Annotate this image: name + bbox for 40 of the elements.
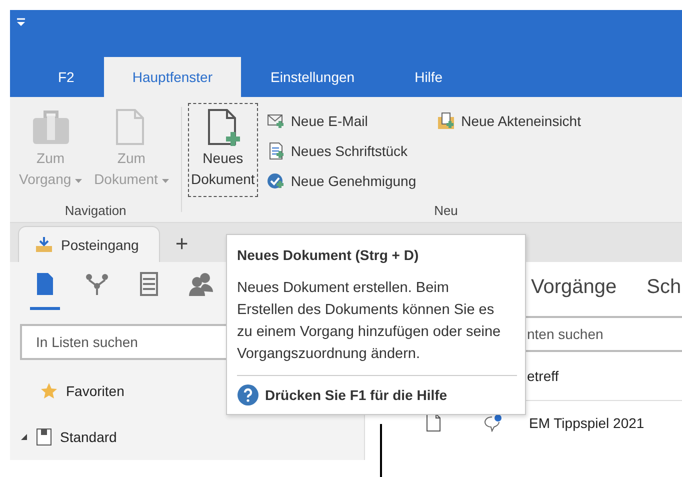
people-icon (188, 272, 214, 296)
tooltip-title: Neues Dokument (Strg + D) (237, 247, 420, 263)
view-tab[interactable]: Vorgänge (531, 276, 617, 312)
ribbon-button[interactable]: Neues Schriftstück (264, 139, 418, 164)
caret-icon (75, 179, 82, 184)
group-label: Neu (433, 202, 459, 218)
table-cell: EM Tippspiel 2021 (529, 415, 644, 432)
group-label: Navigation (64, 202, 128, 218)
star-icon (40, 382, 58, 400)
help-hint: Drücken Sie F1 für die Hilfe (265, 387, 448, 403)
folder-document-icon (436, 112, 456, 130)
view-button[interactable] (30, 272, 60, 310)
add-tab-button[interactable]: + (164, 226, 200, 262)
ribbon-tab[interactable]: Hilfe (384, 57, 473, 98)
ribbon-button[interactable]: Neue E-Mail (264, 109, 418, 134)
ribbon-tab[interactable]: F2 (28, 57, 104, 98)
expanded-icon[interactable] (20, 433, 28, 442)
help-icon (237, 384, 259, 406)
document-icon (36, 272, 54, 296)
tree-item[interactable]: Standard (10, 414, 364, 460)
people-network-icon (84, 272, 110, 296)
column-header[interactable]: etreff (527, 368, 559, 384)
list-icon (139, 272, 159, 296)
comment-icon (483, 414, 503, 432)
tree-label: Standard (60, 429, 117, 446)
quick-access-menu-icon[interactable] (16, 18, 26, 28)
view-tab[interactable]: Sch (646, 276, 682, 312)
inbox-icon (35, 236, 53, 253)
ribbon-button[interactable]: Neue Genehmigung (264, 169, 418, 194)
document-tab[interactable]: Posteingang (18, 226, 160, 262)
leader-line (380, 424, 382, 477)
tree-label: Favoriten (66, 383, 124, 400)
caret-icon (162, 179, 169, 184)
ribbon-tab[interactable]: Einstellungen (240, 57, 385, 98)
ribbon-button[interactable]: Neue Akteneinsicht (434, 109, 583, 134)
new-document-button[interactable]: Neues Dokument (188, 103, 258, 198)
check-circle-icon (266, 172, 286, 190)
ribbon-tab[interactable]: Hauptfenster (104, 57, 241, 98)
envelope-icon (266, 112, 286, 130)
document-icon (425, 413, 443, 434)
